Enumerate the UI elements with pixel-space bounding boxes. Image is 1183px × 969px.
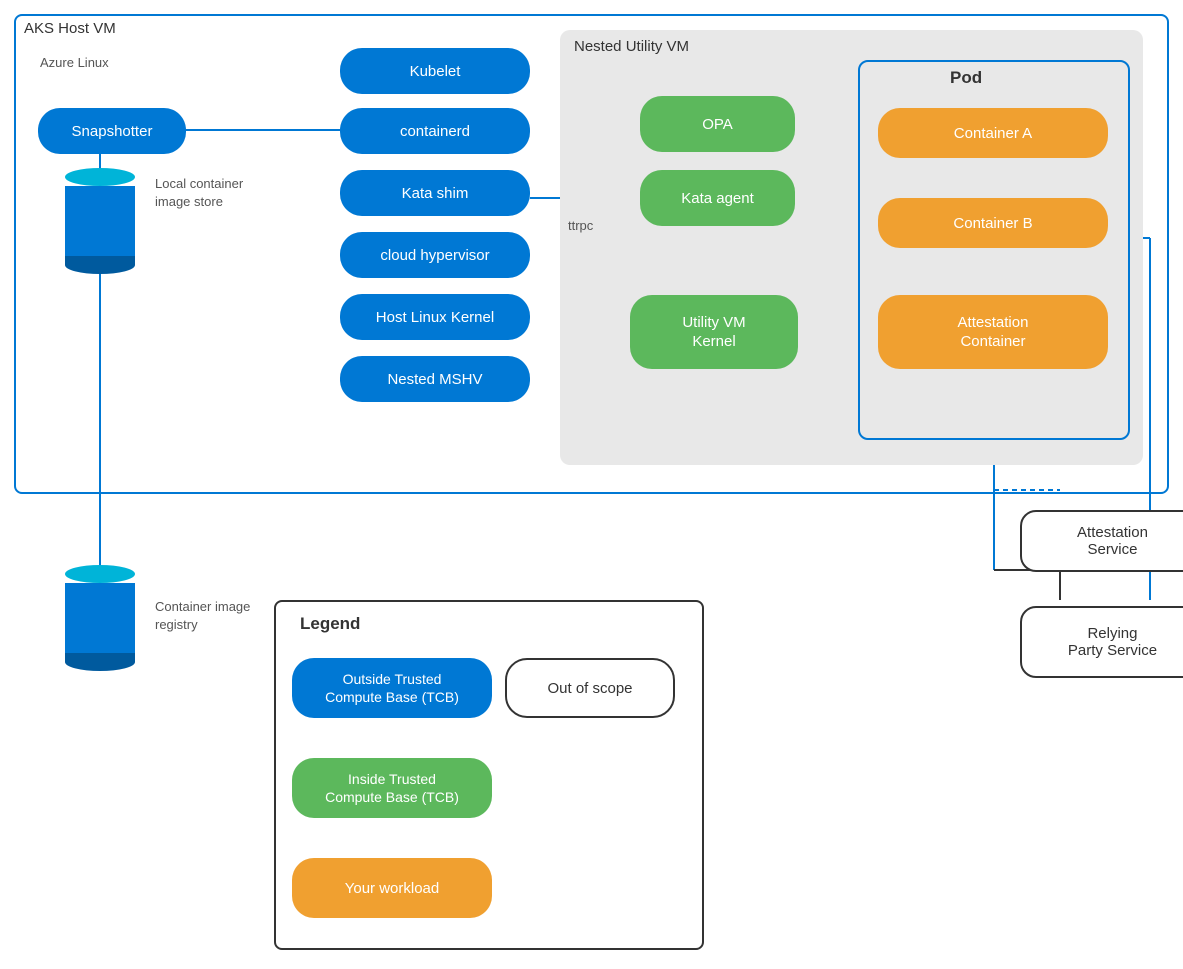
- container-b-pill: Container B: [878, 198, 1108, 248]
- kata-shim-pill: Kata shim: [340, 170, 530, 216]
- nested-mshv-pill: Nested MSHV: [340, 356, 530, 402]
- kata-agent-pill: Kata agent: [640, 170, 795, 226]
- pod-label: Pod: [950, 68, 982, 88]
- registry-label: Container imageregistry: [155, 598, 250, 634]
- container-a-pill: Container A: [878, 108, 1108, 158]
- attestation-service-box: Attestation Service: [1020, 510, 1183, 572]
- kubelet-pill: Kubelet: [340, 48, 530, 94]
- host-linux-kernel-pill: Host Linux Kernel: [340, 294, 530, 340]
- containerd-pill: containerd: [340, 108, 530, 154]
- local-store-label: Local containerimage store: [155, 175, 243, 211]
- utility-vm-kernel-pill: Utility VM Kernel: [630, 295, 798, 369]
- cyl-top: [65, 168, 135, 186]
- ttrpc-label: ttrpc: [568, 218, 593, 233]
- cyl-body-reg: [65, 583, 135, 653]
- legend-your-workload: Your workload: [292, 858, 492, 918]
- nested-vm-label: Nested Utility VM: [574, 38, 689, 55]
- aks-host-label: AKS Host VM: [24, 20, 116, 37]
- legend-outside-tcb: Outside Trusted Compute Base (TCB): [292, 658, 492, 718]
- snapshotter-pill: Snapshotter: [38, 108, 186, 154]
- cyl-top-reg: [65, 565, 135, 583]
- legend-out-of-scope: Out of scope: [505, 658, 675, 718]
- attestation-container-pill: Attestation Container: [878, 295, 1108, 369]
- relying-party-service-box: Relying Party Service: [1020, 606, 1183, 678]
- cloud-hypervisor-pill: cloud hypervisor: [340, 232, 530, 278]
- legend-title: Legend: [300, 614, 360, 634]
- opa-pill: OPA: [640, 96, 795, 152]
- cyl-bottom: [65, 256, 135, 274]
- azure-linux-label: Azure Linux: [40, 55, 109, 70]
- main-diagram: AKS Host VM Azure Linux Nested Utility V…: [0, 0, 1183, 969]
- registry-cylinder: [65, 565, 135, 671]
- cyl-bottom-reg: [65, 653, 135, 671]
- local-store-cylinder: [65, 168, 135, 274]
- cyl-body: [65, 186, 135, 256]
- legend-inside-tcb: Inside Trusted Compute Base (TCB): [292, 758, 492, 818]
